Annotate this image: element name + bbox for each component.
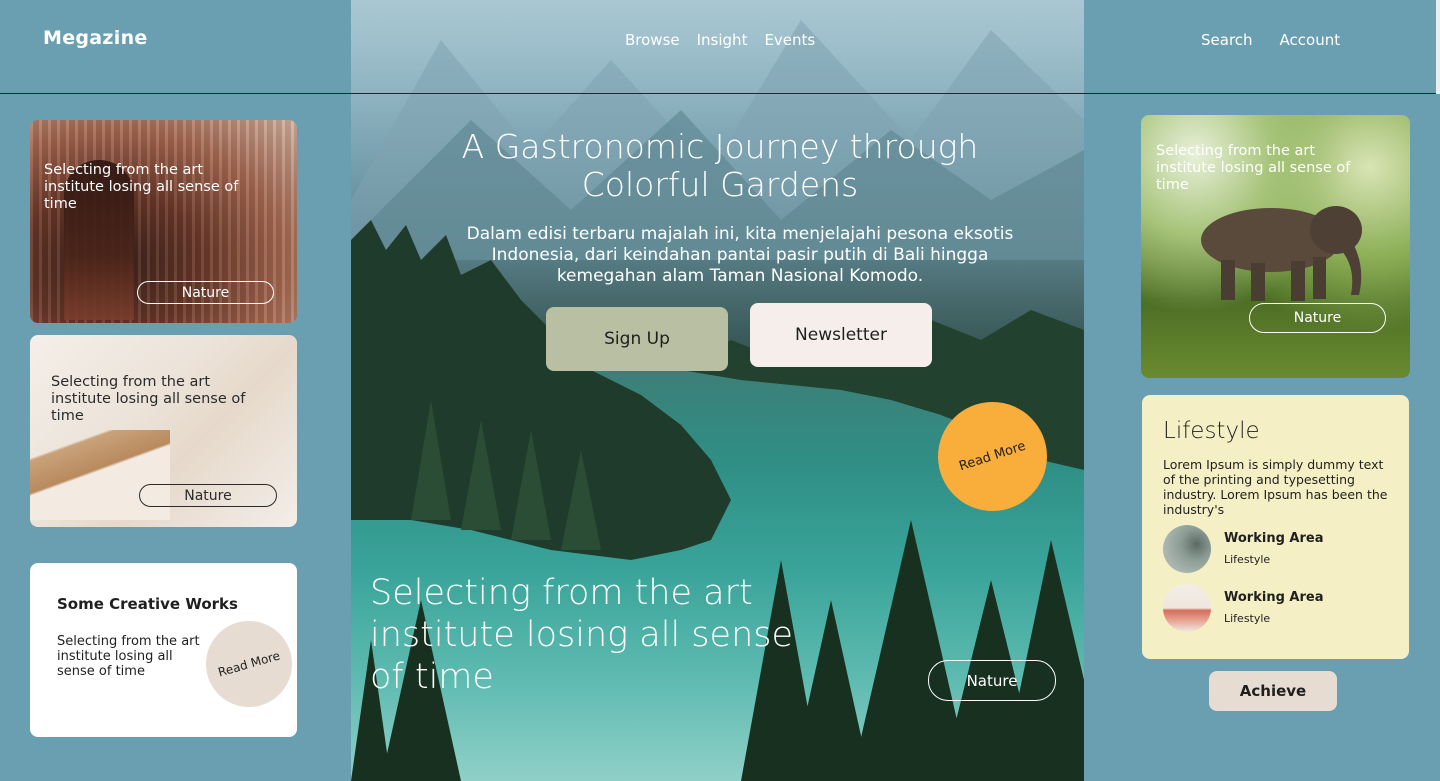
item-subtitle: Lifestyle (1224, 612, 1271, 625)
lifestyle-item[interactable]: Working Area Lifestyle (1163, 525, 1393, 575)
hero-read-more-button[interactable]: Read More (938, 402, 1047, 511)
lifestyle-title: Lifestyle (1163, 418, 1260, 444)
logo[interactable]: Megazine (43, 27, 148, 49)
newsletter-button[interactable]: Newsletter (750, 303, 932, 367)
creative-works-card: Some Creative Works Selecting from the a… (30, 563, 303, 737)
nav-account[interactable]: Account (1280, 31, 1341, 49)
tag-nature-button[interactable]: Nature (137, 281, 274, 304)
card-text: Selecting from the art institute losing … (44, 162, 239, 212)
card-text: Selecting from the art institute losing … (51, 374, 246, 424)
lifestyle-card: Lifestyle Lorem Ipsum is simply dummy te… (1142, 395, 1409, 659)
article-card-architecture[interactable]: Selecting from the art institute losing … (30, 120, 297, 323)
card-text: Selecting from the art institute losing … (1156, 143, 1351, 193)
lifestyle-item[interactable]: Working Area Lifestyle (1163, 584, 1393, 634)
hero-title: A Gastronomic Journey through Colorful G… (461, 127, 979, 204)
main-nav: Browse Insight Events (625, 31, 815, 49)
room-thumbnail (1163, 584, 1211, 632)
read-more-label: Read More (957, 438, 1028, 475)
item-title: Working Area (1224, 531, 1324, 546)
article-card-elephant[interactable]: Selecting from the art institute losing … (1141, 115, 1410, 378)
item-title: Working Area (1224, 590, 1324, 605)
signup-button[interactable]: Sign Up (546, 307, 728, 371)
article-card-staircase[interactable]: Selecting from the art institute losing … (30, 335, 297, 527)
lifestyle-description: Lorem Ipsum is simply dummy text of the … (1163, 457, 1388, 517)
scrollbar[interactable] (1436, 0, 1440, 94)
creative-title: Some Creative Works (57, 595, 238, 613)
hero-tag-nature-button[interactable]: Nature (928, 660, 1056, 701)
creative-text: Selecting from the art institute losing … (57, 634, 200, 679)
tag-nature-button[interactable]: Nature (139, 484, 277, 507)
item-subtitle: Lifestyle (1224, 553, 1271, 566)
read-more-button[interactable]: Read More (195, 610, 303, 718)
hero-subtitle: Dalam edisi terbaru majalah ini, kita me… (466, 224, 1014, 286)
hero-bottom-text: Selecting from the art institute losing … (370, 573, 794, 697)
achieve-button[interactable]: Achieve (1209, 671, 1337, 711)
nav-insight[interactable]: Insight (697, 31, 748, 49)
nav-events[interactable]: Events (764, 31, 815, 49)
nav-search[interactable]: Search (1201, 31, 1253, 49)
nav-browse[interactable]: Browse (625, 31, 680, 49)
elephant-illustration (1201, 206, 1362, 301)
lamp-thumbnail (1163, 525, 1211, 573)
top-header: Megazine Browse Insight Events Search Ac… (0, 0, 1440, 94)
user-nav: Search Account (1201, 31, 1340, 49)
tag-nature-button[interactable]: Nature (1249, 303, 1386, 333)
